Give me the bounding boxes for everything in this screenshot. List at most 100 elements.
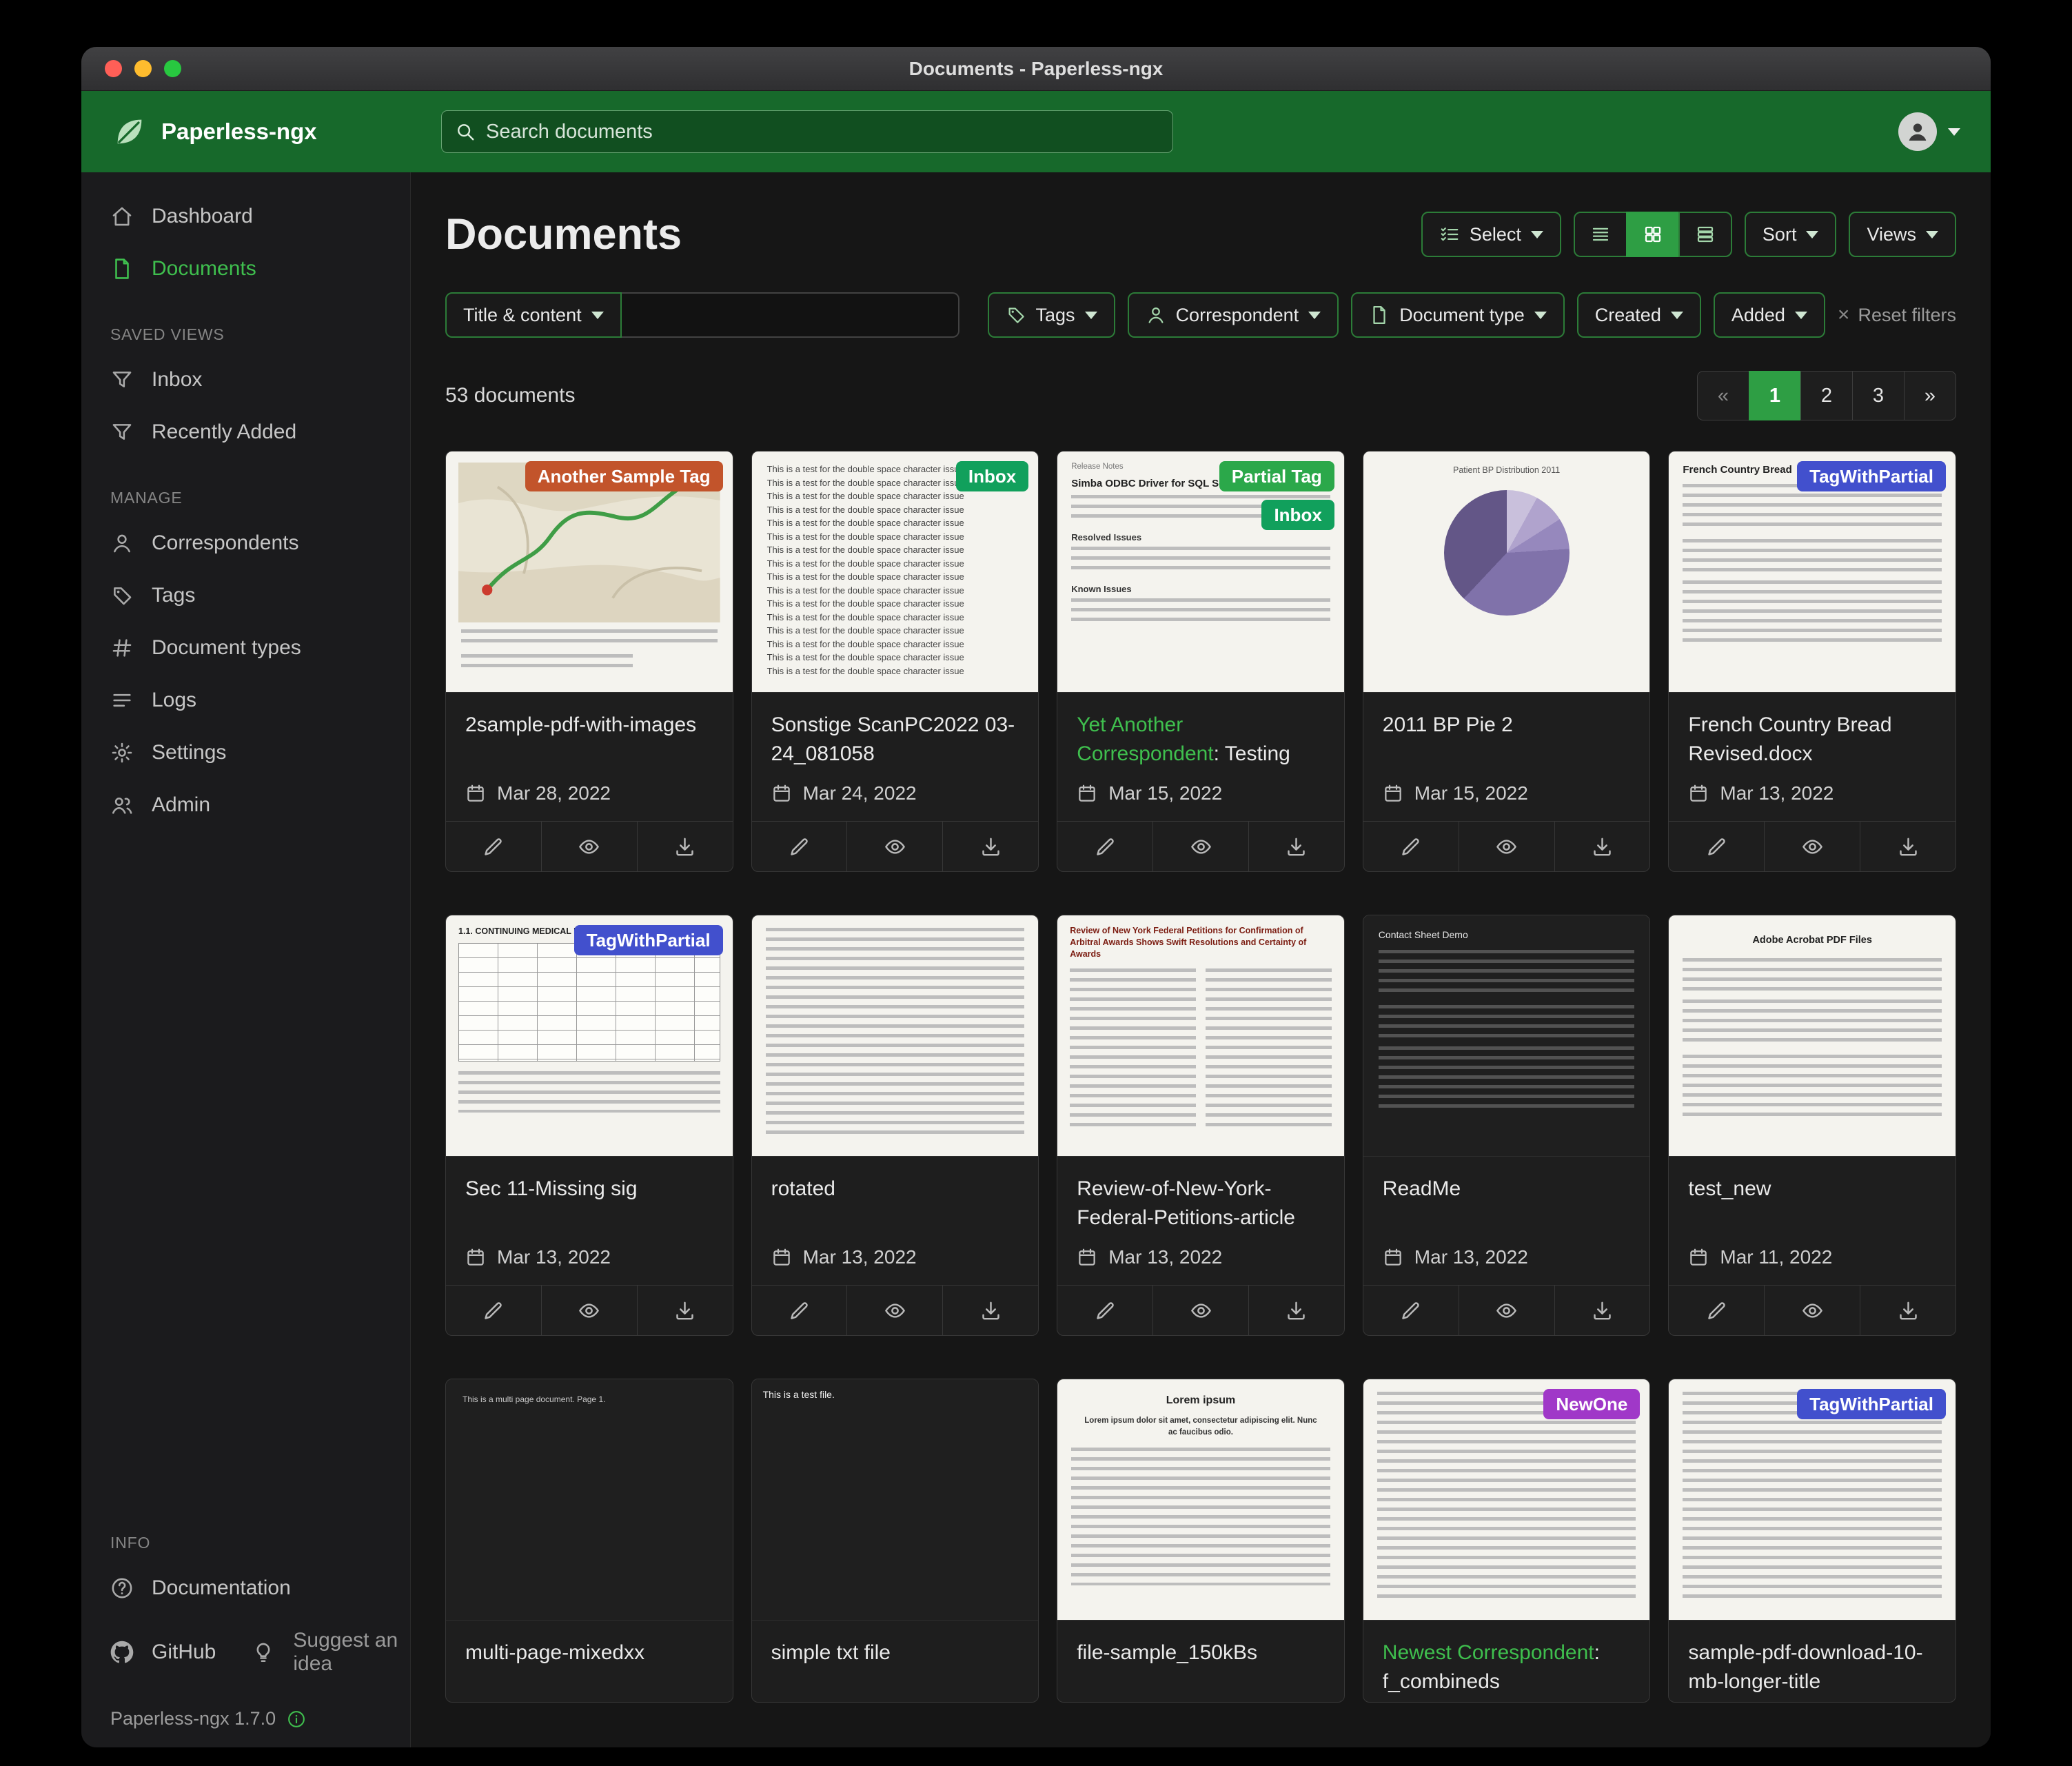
view-button[interactable] <box>541 822 637 871</box>
view-button[interactable] <box>541 1286 637 1335</box>
document-title[interactable]: Sec 11-Missing sig <box>446 1157 733 1238</box>
view-button[interactable] <box>1152 1286 1248 1335</box>
document-title[interactable]: Sonstige ScanPC2022 03-24_081058 <box>752 693 1039 774</box>
pagination-page-1[interactable]: 1 <box>1749 371 1801 420</box>
correspondent-filter-button[interactable]: Correspondent <box>1128 292 1339 338</box>
tag-badge[interactable]: NewOne <box>1543 1389 1640 1419</box>
document-thumbnail[interactable]: Another Sample Tag <box>446 451 733 693</box>
tag-badge[interactable]: Inbox <box>1261 500 1334 530</box>
document-title[interactable]: ReadMe <box>1363 1157 1650 1238</box>
pagination-prev-button[interactable]: « <box>1697 371 1749 420</box>
document-thumbnail[interactable]: NewOne <box>1363 1379 1650 1621</box>
view-button[interactable] <box>1764 1286 1860 1335</box>
download-button[interactable] <box>1248 1286 1344 1335</box>
search-input[interactable] <box>441 110 1173 153</box>
download-button[interactable] <box>1554 822 1650 871</box>
edit-button[interactable] <box>446 822 541 871</box>
view-button[interactable] <box>846 1286 942 1335</box>
sidebar-item-documents[interactable]: Documents <box>81 243 410 295</box>
edit-button[interactable] <box>752 822 847 871</box>
document-title[interactable]: French Country Bread Revised.docx <box>1669 693 1956 774</box>
edit-button[interactable] <box>1057 1286 1152 1335</box>
created-filter-button[interactable]: Created <box>1577 292 1701 338</box>
reset-filters-button[interactable]: × Reset filters <box>1838 303 1956 327</box>
document-title[interactable]: file-sample_150kBs <box>1057 1621 1344 1702</box>
document-thumbnail[interactable]: 1.1. CONTINUING MEDICAL EDUCA TagWithPar… <box>446 915 733 1157</box>
correspondent-link[interactable]: Newest Correspondent <box>1383 1641 1594 1664</box>
user-menu-caret-icon[interactable] <box>1948 128 1960 136</box>
document-title[interactable]: Newest Correspondent: f_combineds <box>1363 1621 1650 1702</box>
tag-badge[interactable]: TagWithPartial <box>1797 1389 1946 1419</box>
document-thumbnail[interactable] <box>752 915 1039 1157</box>
download-button[interactable] <box>1248 822 1344 871</box>
sidebar-item-admin[interactable]: Admin <box>81 779 410 831</box>
download-button[interactable] <box>942 1286 1038 1335</box>
document-title[interactable]: test_new <box>1669 1157 1956 1238</box>
download-button[interactable] <box>1860 1286 1956 1335</box>
document-thumbnail[interactable]: This is a test for the double space char… <box>752 451 1039 693</box>
title-content-filter-button[interactable]: Title & content <box>445 292 622 338</box>
tag-badge[interactable]: TagWithPartial <box>574 925 723 955</box>
document-title[interactable]: rotated <box>752 1157 1039 1238</box>
pagination-page-2[interactable]: 2 <box>1800 371 1853 420</box>
view-list-button[interactable] <box>1574 212 1627 257</box>
pagination-next-button[interactable]: » <box>1904 371 1956 420</box>
view-details-button[interactable] <box>1678 212 1732 257</box>
document-thumbnail[interactable]: Patient BP Distribution 2011 <box>1363 451 1650 693</box>
views-button[interactable]: Views <box>1849 212 1956 257</box>
edit-button[interactable] <box>752 1286 847 1335</box>
sort-button[interactable]: Sort <box>1745 212 1837 257</box>
download-button[interactable] <box>942 822 1038 871</box>
sidebar-item-correspondents[interactable]: Correspondents <box>81 517 410 569</box>
pagination-page-3[interactable]: 3 <box>1852 371 1905 420</box>
sidebar-item-inbox[interactable]: Inbox <box>81 354 410 406</box>
tag-badge[interactable]: Inbox <box>956 461 1028 491</box>
download-button[interactable] <box>637 822 733 871</box>
download-button[interactable] <box>1554 1286 1650 1335</box>
sidebar-item-dashboard[interactable]: Dashboard <box>81 190 410 243</box>
brand[interactable]: Paperless-ngx <box>112 114 441 150</box>
edit-button[interactable] <box>1363 822 1459 871</box>
document-thumbnail[interactable]: Contact Sheet Demo <box>1363 915 1650 1157</box>
edit-button[interactable] <box>1057 822 1152 871</box>
info-icon[interactable] <box>287 1709 306 1729</box>
correspondent-link[interactable]: Yet Another Correspondent <box>1077 713 1213 765</box>
tag-badge[interactable]: Partial Tag <box>1219 461 1334 491</box>
document-thumbnail[interactable]: This is a test file. <box>752 1379 1039 1621</box>
edit-button[interactable] <box>1669 822 1764 871</box>
added-filter-button[interactable]: Added <box>1714 292 1825 338</box>
document-title[interactable]: simple txt file <box>752 1621 1039 1702</box>
document-title[interactable]: multi-page-mixedxx <box>446 1621 733 1702</box>
sidebar-item-github[interactable]: GitHub <box>81 1626 223 1678</box>
document-thumbnail[interactable]: This is a multi page document. Page 1. <box>446 1379 733 1621</box>
sidebar-item-suggest-idea[interactable]: Suggest an idea <box>223 1614 410 1690</box>
tags-filter-button[interactable]: Tags <box>988 292 1115 338</box>
edit-button[interactable] <box>446 1286 541 1335</box>
document-title[interactable]: 2011 BP Pie 2 <box>1363 693 1650 774</box>
tag-badge[interactable]: Another Sample Tag <box>525 461 723 491</box>
view-button[interactable] <box>846 822 942 871</box>
filter-text-input[interactable] <box>622 292 959 338</box>
download-button[interactable] <box>637 1286 733 1335</box>
edit-button[interactable] <box>1363 1286 1459 1335</box>
download-button[interactable] <box>1860 822 1956 871</box>
document-thumbnail[interactable]: Lorem ipsum Lorem ipsum dolor sit amet, … <box>1057 1379 1344 1621</box>
sidebar-item-document-types[interactable]: Document types <box>81 622 410 674</box>
document-title[interactable]: sample-pdf-download-10-mb-longer-title <box>1669 1621 1956 1702</box>
view-button[interactable] <box>1152 822 1248 871</box>
document-thumbnail[interactable]: TagWithPartial <box>1669 1379 1956 1621</box>
view-grid-button[interactable] <box>1626 212 1680 257</box>
document-title[interactable]: 2sample-pdf-with-images <box>446 693 733 774</box>
view-button[interactable] <box>1459 1286 1554 1335</box>
sidebar-item-documentation[interactable]: Documentation <box>81 1562 410 1614</box>
view-button[interactable] <box>1459 822 1554 871</box>
document-title[interactable]: Review-of-New-York-Federal-Petitions-art… <box>1057 1157 1344 1238</box>
select-button[interactable]: Select <box>1421 212 1561 257</box>
tag-badge[interactable]: TagWithPartial <box>1797 461 1946 491</box>
document-thumbnail[interactable]: Review of New York Federal Petitions for… <box>1057 915 1344 1157</box>
document-thumbnail[interactable]: Adobe Acrobat PDF Files <box>1669 915 1956 1157</box>
user-avatar[interactable] <box>1898 112 1937 151</box>
document-thumbnail[interactable]: French Country Bread TagWithPartial <box>1669 451 1956 693</box>
sidebar-item-settings[interactable]: Settings <box>81 727 410 779</box>
document-title[interactable]: Yet Another Correspondent: Testing Email <box>1057 693 1344 774</box>
